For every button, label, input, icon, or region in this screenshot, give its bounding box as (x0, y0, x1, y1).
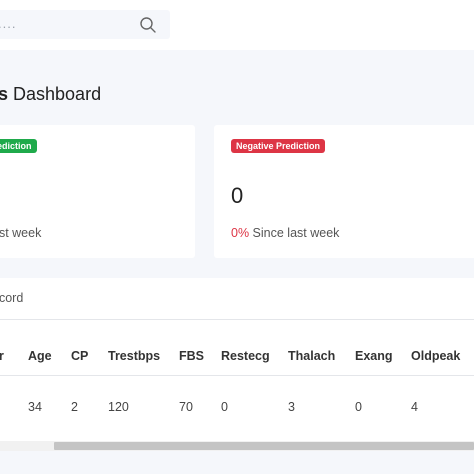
positive-prediction-card: ediction ast week (0, 125, 195, 258)
table-cell-exang: 0 (355, 400, 362, 414)
column-header-fbs[interactable]: FBS (179, 349, 204, 363)
column-header-trestbps[interactable]: Trestbps (108, 349, 160, 363)
table-cell-cp: 2 (71, 400, 78, 414)
search-icon[interactable] (139, 16, 157, 34)
table-cell-thalach: 3 (288, 400, 295, 414)
column-header-exang[interactable]: Exang (355, 349, 393, 363)
negative-prediction-value: 0 (231, 183, 244, 208)
table-divider (0, 319, 474, 320)
change-percent: 0% (231, 226, 250, 240)
column-header-age[interactable]: Age (28, 349, 52, 363)
column-header-oldpeak[interactable]: Oldpeak (411, 349, 460, 363)
header-divider (0, 375, 474, 376)
search-input[interactable]: .... (0, 16, 16, 31)
negative-prediction-card: Negative Prediction 0 0% Since last week (214, 125, 474, 258)
table-cell-restecg: 0 (221, 400, 228, 414)
negative-prediction-footer: 0% Since last week (231, 226, 340, 240)
column-header[interactable]: er (0, 349, 4, 363)
table-cell-trestbps: 120 (108, 400, 129, 414)
records-table-card: ecord er Age CP Trestbps FBS Restecg Tha… (0, 278, 474, 448)
negative-prediction-badge: Negative Prediction (231, 139, 326, 153)
column-header-thalach[interactable]: Thalach (288, 349, 335, 363)
top-bar: .... (0, 0, 474, 50)
table-cell-oldpeak: 4 (411, 400, 418, 414)
table-cell-fbs: 70 (179, 400, 193, 414)
table-cell-age: 34 (28, 400, 42, 414)
column-header-restecg[interactable]: Restecg (221, 349, 270, 363)
column-header-cp[interactable]: CP (71, 349, 88, 363)
page-title: s Dashboard (0, 84, 102, 104)
table-title: ecord (0, 291, 24, 305)
positive-prediction-badge: ediction (0, 139, 37, 153)
search-bar[interactable]: .... (0, 10, 170, 39)
positive-prediction-footer: ast week (0, 226, 42, 240)
horizontal-scrollbar-thumb[interactable] (54, 442, 474, 450)
